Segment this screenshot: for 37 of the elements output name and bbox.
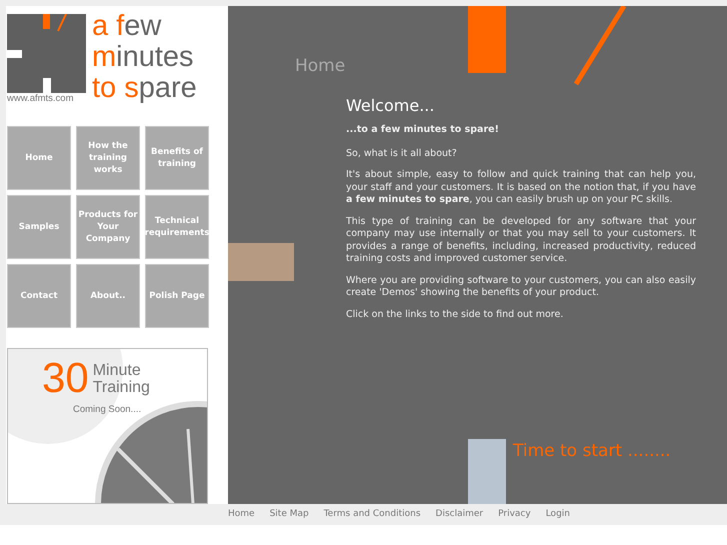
body-paragraph: So, what is it all about?: [346, 148, 458, 160]
logo-text: to s: [92, 72, 139, 104]
logo-url: www.afmts.com: [7, 93, 75, 105]
promo-subtitle: Coming Soon....: [73, 403, 142, 417]
nav-tile[interactable]: How the training works: [76, 126, 140, 190]
page-title: Home: [295, 56, 346, 76]
promo-number: 30: [42, 357, 89, 399]
logo-text: m: [92, 41, 116, 73]
nav-tile[interactable]: Polish Page: [145, 264, 209, 328]
welcome-subheading: ...to a few minutes to spare!: [346, 124, 500, 136]
nav-tile[interactable]: Benefits of training: [145, 126, 209, 190]
logo-text: ew: [124, 10, 162, 42]
nav-tile[interactable]: About..: [76, 264, 140, 328]
logo-text: inutes: [116, 41, 194, 73]
footer-link[interactable]: Home: [228, 508, 255, 522]
nav-tile[interactable]: Products for Your Company: [76, 195, 140, 259]
footer-link[interactable]: Privacy: [498, 508, 531, 522]
nav-tile[interactable]: Technical requirements: [145, 195, 209, 259]
welcome-heading: Welcome...: [346, 96, 436, 116]
photo-placeholder: [228, 243, 294, 281]
footer-link[interactable]: Terms and Conditions: [324, 508, 421, 522]
body-paragraph: This type of training can be developed for any software that your company may use internally or that you may sell to your customers. It provides a range of benefits, including, increased productivity, reduced training costs and improved customer service.: [346, 216, 696, 266]
promo-title: Minute Training: [92, 362, 151, 396]
body-paragraph: Where you are providing software to your customers, you can also easily create 'Demos' showing the benefits of your product.: [346, 274, 696, 300]
body-paragraph: It's about simple, easy to follow and quick training that can help you, your staff and your customers. It is based on the notion that, if you have a few minutes to spare, you can easily brush up on your PC skills.: [346, 169, 696, 206]
nav-tile[interactable]: Home: [7, 126, 71, 190]
cta-text: Time to start ........: [513, 440, 671, 463]
nav-tile[interactable]: Contact: [7, 264, 71, 328]
footer-link[interactable]: Disclaimer: [436, 508, 484, 522]
photo-placeholder: [468, 439, 506, 504]
nav-tile[interactable]: Samples: [7, 195, 71, 259]
header-block: [468, 6, 506, 73]
logo-text: pare: [138, 72, 197, 104]
footer-link[interactable]: Login: [546, 508, 570, 522]
body-paragraph: Click on the links to the side to find out more.: [346, 308, 564, 321]
footer-link[interactable]: Site Map: [270, 508, 309, 522]
logo-text: a f: [92, 10, 124, 42]
